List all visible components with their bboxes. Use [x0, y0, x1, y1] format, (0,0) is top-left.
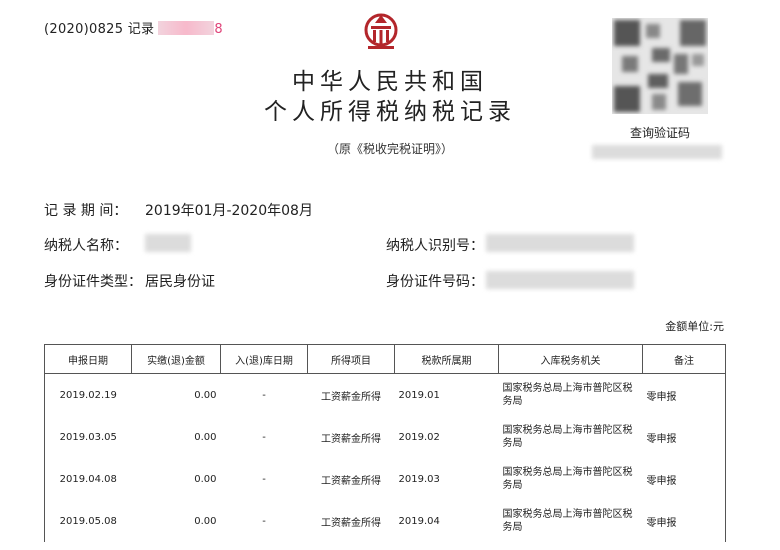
header-declare-date: 申报日期: [44, 344, 132, 374]
cell-in-date: -: [262, 389, 266, 401]
redacted-verification-code: [592, 145, 722, 159]
cell-income-item: 工资薪金所得: [321, 475, 381, 487]
cell-note: 零申报: [642, 416, 726, 458]
cell-in-date: -: [262, 431, 266, 443]
header-amount: 实缴(退)金额: [131, 344, 221, 374]
cell-tax-period: 2019.02: [398, 431, 440, 443]
redacted-record-number: [158, 21, 215, 35]
header-income-item: 所得项目: [307, 344, 395, 374]
header-tax-authority: 入库税务机关: [498, 344, 643, 374]
amount-unit: 金额单位:元: [665, 320, 724, 333]
table-row: 2019.05.08 0.00 - 工资薪金所得 2019.04 国家税务总局上…: [44, 500, 726, 542]
table-header-row: 申报日期 实缴(退)金额 入(退)库日期 所得项目 税款所属期 入库税务机关 备…: [44, 344, 726, 374]
header-note: 备注: [642, 344, 726, 374]
tax-records-table: 申报日期 实缴(退)金额 入(退)库日期 所得项目 税款所属期 入库税务机关 备…: [44, 344, 726, 542]
header-tax-period: 税款所属期: [394, 344, 499, 374]
id-type-value: 居民身份证: [145, 274, 215, 290]
cell-income-item: 工资薪金所得: [321, 517, 381, 529]
qr-code: [612, 18, 708, 114]
cell-income-item: 工资薪金所得: [321, 433, 381, 445]
cell-income-item: 工资薪金所得: [321, 391, 381, 403]
redacted-taxpayer-name: [145, 234, 191, 252]
cell-tax-period: 2019.01: [398, 389, 440, 401]
cell-tax-period: 2019.04: [398, 515, 440, 527]
id-type-label: 身份证件类型：: [44, 274, 142, 290]
cell-tax-period: 2019.03: [398, 473, 440, 485]
redacted-id-number: [486, 271, 634, 289]
period-value: 2019年01月-2020年08月: [145, 203, 313, 219]
record-number-prefix: (2020)0825 记录: [44, 22, 155, 37]
cell-declare-date: 2019.04.08: [44, 458, 132, 500]
redacted-taxpayer-id: [486, 234, 634, 252]
record-number: (2020)0825 记录 8: [44, 18, 223, 37]
verification-code-label: 查询验证码: [629, 126, 690, 140]
header-in-date: 入(退)库日期: [220, 344, 308, 374]
table-row: 2019.03.05 0.00 - 工资薪金所得 2019.02 国家税务总局上…: [44, 416, 726, 458]
tax-emblem-icon: [364, 13, 398, 49]
cell-declare-date: 2019.03.05: [44, 416, 132, 458]
cell-amount: 0.00: [194, 389, 217, 401]
cell-note: 零申报: [642, 458, 726, 500]
cell-note: 零申报: [642, 500, 726, 542]
cell-tax-authority: 国家税务总局上海市普陀区税务局: [502, 467, 633, 491]
table-row: 2019.04.08 0.00 - 工资薪金所得 2019.03 国家税务总局上…: [44, 458, 726, 500]
period-label: 记 录 期 间：: [44, 203, 128, 219]
taxpayer-id-label: 纳税人识别号：: [386, 238, 484, 254]
cell-declare-date: 2019.02.19: [44, 373, 132, 416]
table-row: 2019.02.19 0.00 - 工资薪金所得 2019.01 国家税务总局上…: [44, 373, 726, 416]
cell-amount: 0.00: [194, 473, 217, 485]
cell-amount: 0.00: [194, 431, 217, 443]
cell-tax-authority: 国家税务总局上海市普陀区税务局: [502, 383, 633, 407]
cell-tax-authority: 国家税务总局上海市普陀区税务局: [502, 509, 633, 533]
cell-in-date: -: [262, 515, 266, 527]
cell-tax-authority: 国家税务总局上海市普陀区税务局: [502, 425, 633, 449]
taxpayer-name-label: 纳税人名称：: [44, 238, 128, 254]
cell-in-date: -: [262, 473, 266, 485]
cell-note: 零申报: [642, 373, 726, 416]
record-number-suffix: 8: [214, 22, 223, 37]
cell-declare-date: 2019.05.08: [44, 500, 132, 542]
cell-amount: 0.00: [194, 515, 217, 527]
id-number-label: 身份证件号码：: [386, 274, 484, 290]
